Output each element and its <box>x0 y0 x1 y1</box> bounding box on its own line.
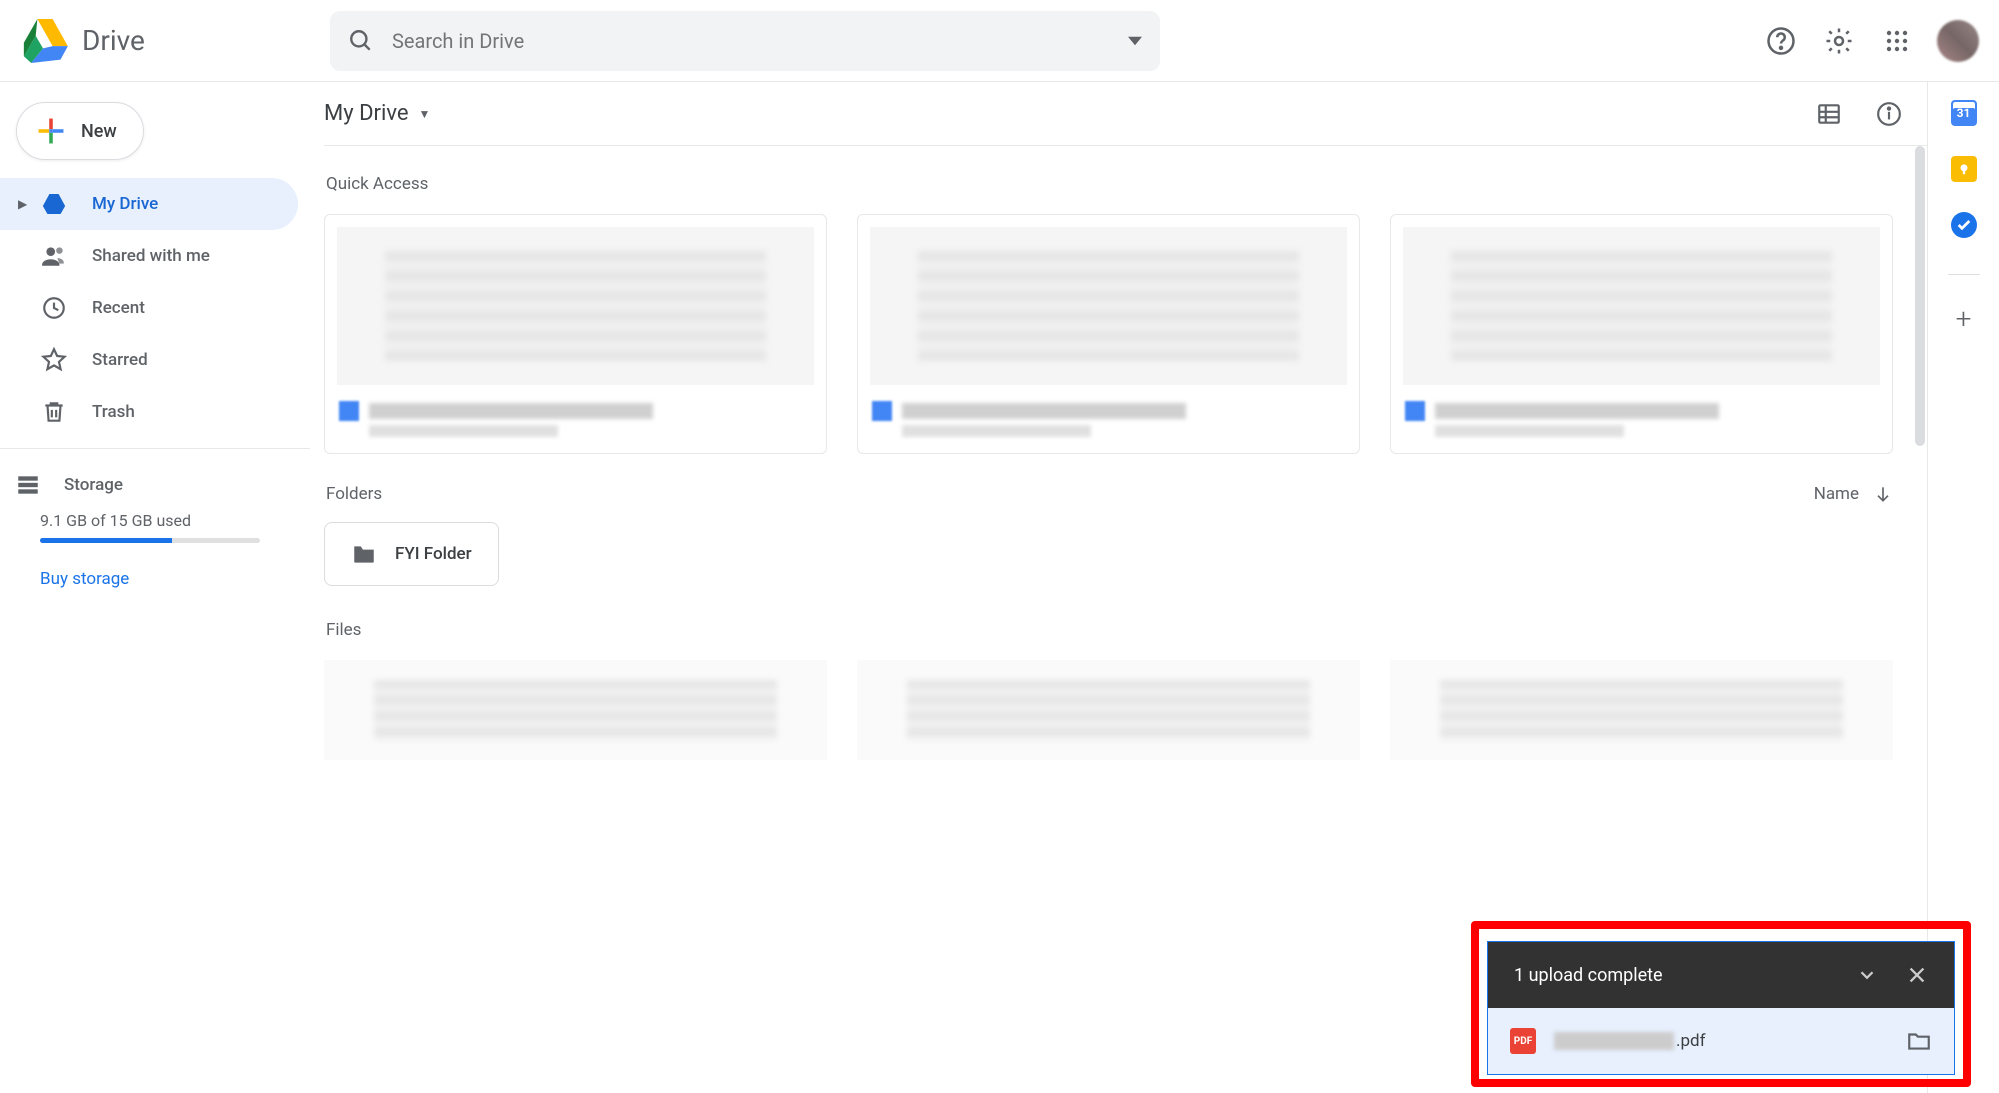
folders-header: Folders Name <box>326 484 1893 504</box>
sidebar-item-shared[interactable]: Shared with me <box>0 230 298 282</box>
drive-logo-icon <box>20 19 70 63</box>
storage-icon <box>14 471 42 499</box>
breadcrumb-label: My Drive <box>324 101 409 126</box>
header: Drive <box>0 0 1999 82</box>
keep-icon[interactable] <box>1951 156 1977 182</box>
quick-access-section: Quick Access <box>324 146 1913 760</box>
sidebar-item-my-drive[interactable]: ▶ My Drive <box>0 178 298 230</box>
details-icon[interactable] <box>1871 96 1907 132</box>
header-actions <box>1723 20 1979 62</box>
drive-icon <box>40 190 68 218</box>
settings-icon[interactable] <box>1821 23 1857 59</box>
sidebar-item-trash[interactable]: Trash <box>0 386 298 438</box>
sidebar: New ▶ My Drive Shared with me Recent <box>0 82 310 1093</box>
new-button-label: New <box>81 121 117 142</box>
add-addon-icon[interactable]: + <box>1951 305 1977 331</box>
upload-toast-title: 1 upload complete <box>1514 965 1663 986</box>
dropdown-icon: ▼ <box>419 107 431 121</box>
sidebar-item-label: Trash <box>92 402 135 422</box>
sidebar-item-label: Shared with me <box>92 246 210 266</box>
caret-right-icon[interactable]: ▶ <box>18 197 36 211</box>
file-card[interactable] <box>324 660 827 760</box>
product-name: Drive <box>82 24 145 57</box>
divider <box>1948 274 1980 275</box>
search-options-icon[interactable] <box>1128 34 1142 48</box>
calendar-icon[interactable]: 31 <box>1951 100 1977 126</box>
folder-icon <box>351 541 377 567</box>
storage-block: Storage 9.1 GB of 15 GB used Buy storage <box>0 459 310 589</box>
close-icon[interactable] <box>1906 964 1928 986</box>
folders-title: Folders <box>326 484 382 504</box>
tasks-icon[interactable] <box>1951 212 1977 238</box>
account-avatar[interactable] <box>1937 20 1979 62</box>
search-bar[interactable] <box>330 11 1160 71</box>
clock-icon <box>40 294 68 322</box>
list-view-icon[interactable] <box>1811 96 1847 132</box>
sort-arrow-icon[interactable] <box>1873 484 1893 504</box>
apps-grid-icon[interactable] <box>1879 23 1915 59</box>
collapse-icon[interactable] <box>1856 964 1878 986</box>
trash-icon <box>40 398 68 426</box>
sidebar-item-recent[interactable]: Recent <box>0 282 298 334</box>
breadcrumb[interactable]: My Drive ▼ <box>324 101 430 126</box>
upload-toast-header: 1 upload complete <box>1488 942 1954 1008</box>
folder-card[interactable]: FYI Folder <box>324 522 499 586</box>
search-input[interactable] <box>392 29 1128 53</box>
people-icon <box>40 242 68 270</box>
sort-label[interactable]: Name <box>1814 484 1859 504</box>
storage-label: Storage <box>64 475 123 495</box>
upload-file-ext: .pdf <box>1676 1031 1706 1051</box>
storage-usage-text: 9.1 GB of 15 GB used <box>40 511 310 530</box>
breadcrumb-row: My Drive ▼ <box>324 82 1927 146</box>
upload-toast: 1 upload complete PDF .pdf <box>1487 941 1955 1075</box>
file-card[interactable] <box>1390 660 1893 760</box>
storage-fill <box>40 538 172 543</box>
divider <box>0 448 310 449</box>
toolbar-right <box>1811 96 1907 132</box>
new-button[interactable]: New <box>16 102 144 160</box>
upload-toast-highlight: 1 upload complete PDF .pdf <box>1471 921 1971 1087</box>
sidebar-item-label: Starred <box>92 350 148 370</box>
buy-storage-link[interactable]: Buy storage <box>40 569 310 589</box>
sidebar-item-starred[interactable]: Starred <box>0 334 298 386</box>
quick-access-card[interactable] <box>324 214 827 454</box>
scrollbar-thumb[interactable] <box>1915 146 1925 446</box>
sidebar-item-label: My Drive <box>92 194 158 214</box>
file-card[interactable] <box>857 660 1360 760</box>
help-icon[interactable] <box>1763 23 1799 59</box>
locate-folder-icon[interactable] <box>1906 1028 1932 1054</box>
logo-area[interactable]: Drive <box>20 19 330 63</box>
files-title: Files <box>326 620 1893 640</box>
sidebar-item-label: Recent <box>92 298 145 318</box>
sidebar-item-storage[interactable]: Storage <box>40 459 310 511</box>
pdf-icon: PDF <box>1510 1028 1536 1054</box>
plus-icon <box>35 115 67 147</box>
search-icon <box>348 28 374 54</box>
upload-item-row[interactable]: PDF .pdf <box>1488 1008 1954 1074</box>
star-icon <box>40 346 68 374</box>
quick-access-card[interactable] <box>857 214 1360 454</box>
upload-filename-redacted <box>1554 1032 1674 1050</box>
folder-name: FYI Folder <box>395 544 472 564</box>
quick-access-card[interactable] <box>1390 214 1893 454</box>
quick-access-title: Quick Access <box>326 174 1893 194</box>
storage-bar <box>40 538 260 543</box>
